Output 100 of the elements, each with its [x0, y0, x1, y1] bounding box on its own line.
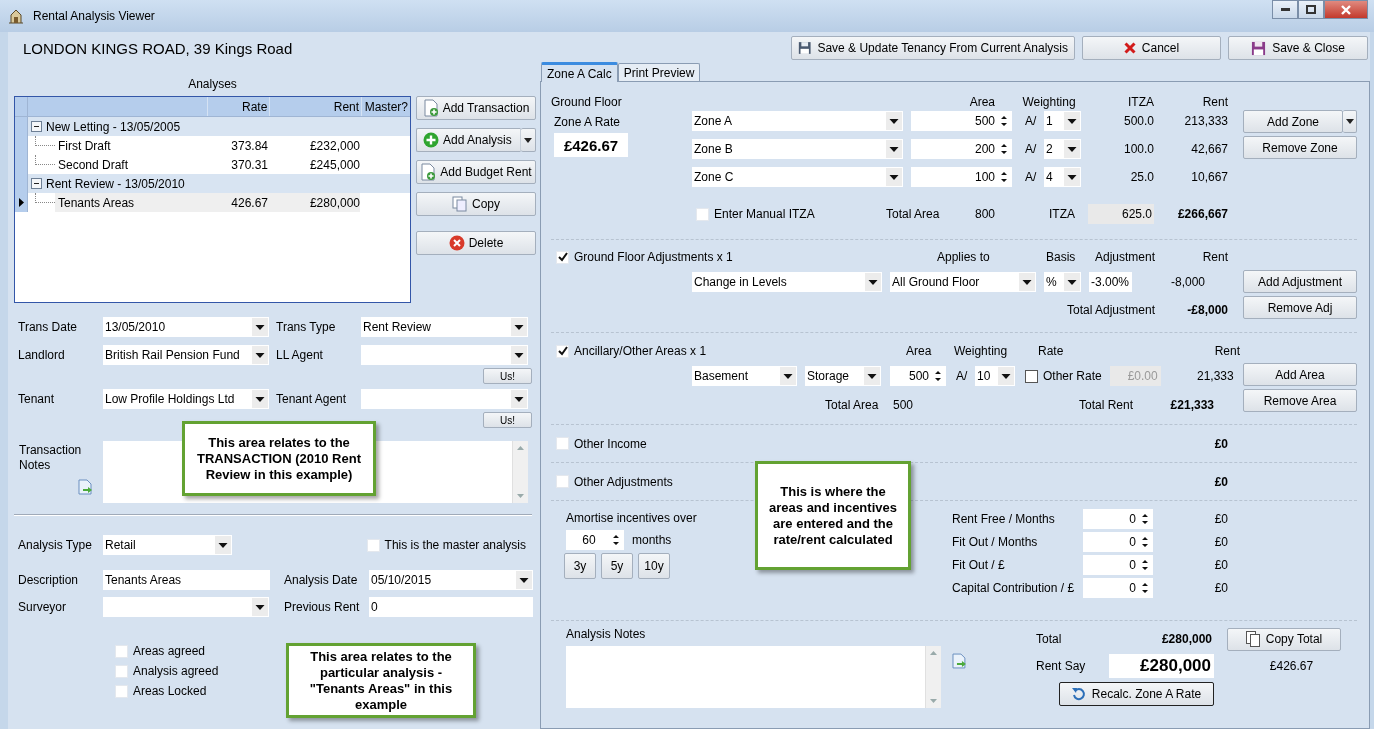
tab[interactable]: Print Preview — [617, 63, 701, 81]
number-field[interactable]: 0 — [1083, 509, 1153, 529]
total-rent-value: £266,667 — [1176, 207, 1228, 221]
field-label: Surveyor — [18, 600, 68, 614]
number-field[interactable]: 100 — [911, 167, 1012, 187]
dropdown[interactable]: Zone B — [692, 139, 903, 159]
property-title: LONDON KINGS ROAD, 39 Kings Road — [23, 39, 293, 57]
checkbox[interactable] — [1025, 369, 1038, 383]
prefix-label: A/ — [1025, 114, 1038, 128]
field-label: Description — [18, 573, 80, 587]
number-field[interactable]: 500 — [911, 111, 1012, 131]
dropdown[interactable]: Change in Levels — [692, 272, 882, 292]
note-icon[interactable] — [78, 479, 93, 495]
column-header: Rate — [207, 97, 271, 116]
dropdown[interactable]: Storage — [805, 366, 881, 386]
action-button[interactable]: Add Zone — [1243, 110, 1343, 133]
field-label: Transaction Notes — [19, 443, 83, 473]
action-button[interactable]: Add Transaction — [416, 96, 536, 120]
caret-icon — [780, 367, 796, 385]
number-field[interactable]: 0 — [1083, 532, 1153, 552]
toolbar-button[interactable]: Save & Update Tenancy From Current Analysis — [791, 36, 1075, 60]
number-field[interactable]: 0 — [1083, 578, 1153, 598]
recalc-button[interactable]: Recalc. Zone A Rate — [1059, 682, 1214, 706]
field-label: Trans Type — [276, 320, 337, 334]
action-button[interactable]: Remove Area — [1243, 389, 1357, 412]
dropdown[interactable]: All Ground Floor — [890, 272, 1036, 292]
text-field[interactable]: Tenants Areas — [103, 570, 270, 590]
rate-field: £0.00 — [1109, 366, 1161, 386]
checkbox-label: Other Rate — [1043, 369, 1102, 383]
action-button[interactable]: Remove Adj — [1243, 296, 1357, 319]
scrollbar[interactable] — [925, 646, 942, 708]
dropdown[interactable]: % — [1044, 272, 1081, 292]
checkbox-label: Analysis agreed — [133, 664, 219, 678]
rent-say-field[interactable]: £280,000 — [1109, 654, 1214, 678]
action-button[interactable]: Add Analysis — [416, 128, 521, 152]
action-button[interactable]: Add Area — [1243, 363, 1357, 386]
field-label: ITZA — [1048, 207, 1076, 221]
rent-value: 21,333 — [1196, 369, 1234, 383]
action-button[interactable]: Add Adjustment — [1243, 270, 1357, 293]
dropdown-button[interactable] — [1343, 110, 1357, 133]
dropdown[interactable]: 10 — [975, 366, 1015, 386]
dropdown-button[interactable] — [521, 128, 536, 152]
field-label: Rent Free / Months — [952, 512, 1056, 526]
expand-icon[interactable] — [31, 178, 42, 189]
section-title: Other Adjustments — [574, 474, 673, 489]
date-dropdown[interactable]: 05/10/2015 — [369, 570, 533, 590]
maximize-button[interactable] — [1298, 0, 1324, 19]
dropdown[interactable]: 4 — [1044, 167, 1081, 187]
dropdown[interactable]: Low Profile Holdings Ltd — [103, 389, 269, 409]
field-label: Total Area — [886, 207, 941, 221]
zone-a-rate-value: £426.67 — [554, 133, 628, 157]
tree-group-row[interactable]: New Letting - 13/05/2005 — [15, 117, 410, 136]
dropdown[interactable]: Rent Review — [361, 317, 528, 337]
tree-group-row[interactable]: Rent Review - 13/05/2010 — [15, 174, 410, 193]
action-button[interactable]: Delete — [416, 231, 536, 255]
caret-icon — [511, 346, 527, 364]
caret-icon — [511, 318, 527, 336]
section-title: Analyses — [187, 76, 238, 90]
rent-value: -8,000 — [1170, 275, 1206, 289]
field-label: Analysis Type — [18, 538, 93, 552]
number-field[interactable]: 60 — [566, 530, 624, 550]
us-button[interactable]: Us! — [483, 412, 532, 428]
delete-icon — [448, 235, 465, 251]
maximize-icon — [1306, 5, 1316, 14]
copy-total-button[interactable]: Copy Total — [1227, 627, 1341, 651]
number-field[interactable]: 0 — [1083, 555, 1153, 575]
total-area-value: 500 — [891, 398, 913, 412]
number-field[interactable]: 200 — [911, 139, 1012, 159]
preset-button[interactable]: 3y — [564, 553, 596, 579]
us-button[interactable]: Us! — [483, 368, 532, 384]
expand-icon[interactable] — [31, 121, 42, 132]
dropdown[interactable]: British Rail Pension Fund — [103, 345, 269, 365]
section-title: Ancillary/Other Areas x 1 — [574, 344, 707, 358]
action-button[interactable]: Add Budget Rent — [416, 160, 536, 184]
note-icon[interactable] — [952, 653, 967, 669]
caret-icon — [1019, 273, 1035, 291]
text-field[interactable]: 0 — [369, 597, 533, 617]
dropdown[interactable]: 2 — [1044, 139, 1081, 159]
action-button[interactable]: Remove Zone — [1243, 136, 1357, 159]
number-field[interactable]: 500 — [890, 366, 946, 386]
dropdown[interactable]: Zone A — [692, 111, 903, 131]
dropdown[interactable]: Basement — [692, 366, 797, 386]
close-button[interactable] — [1324, 0, 1368, 19]
action-button[interactable]: Copy — [416, 192, 536, 216]
group-label: Rent Review - 13/05/2010 — [46, 176, 185, 191]
field-label: Total Area — [825, 398, 880, 412]
dropdown[interactable]: 1 — [1044, 111, 1081, 131]
notes-field[interactable] — [566, 646, 942, 708]
adjustment-field[interactable]: -3.00% — [1089, 272, 1133, 292]
scrollbar[interactable] — [512, 441, 528, 503]
preset-button[interactable]: 10y — [638, 553, 670, 579]
field-label: Previous Rent — [284, 600, 361, 614]
toolbar-button[interactable]: Save & Close — [1228, 36, 1368, 60]
preset-button[interactable]: 5y — [601, 553, 633, 579]
minimize-button[interactable] — [1272, 0, 1298, 19]
toolbar-button[interactable]: Cancel — [1082, 36, 1221, 60]
tab[interactable]: Zone A Calc — [541, 62, 618, 82]
dropdown[interactable]: Zone C — [692, 167, 903, 187]
dropdown[interactable]: Retail — [103, 535, 232, 555]
dropdown[interactable]: 13/05/2010 — [103, 317, 269, 337]
